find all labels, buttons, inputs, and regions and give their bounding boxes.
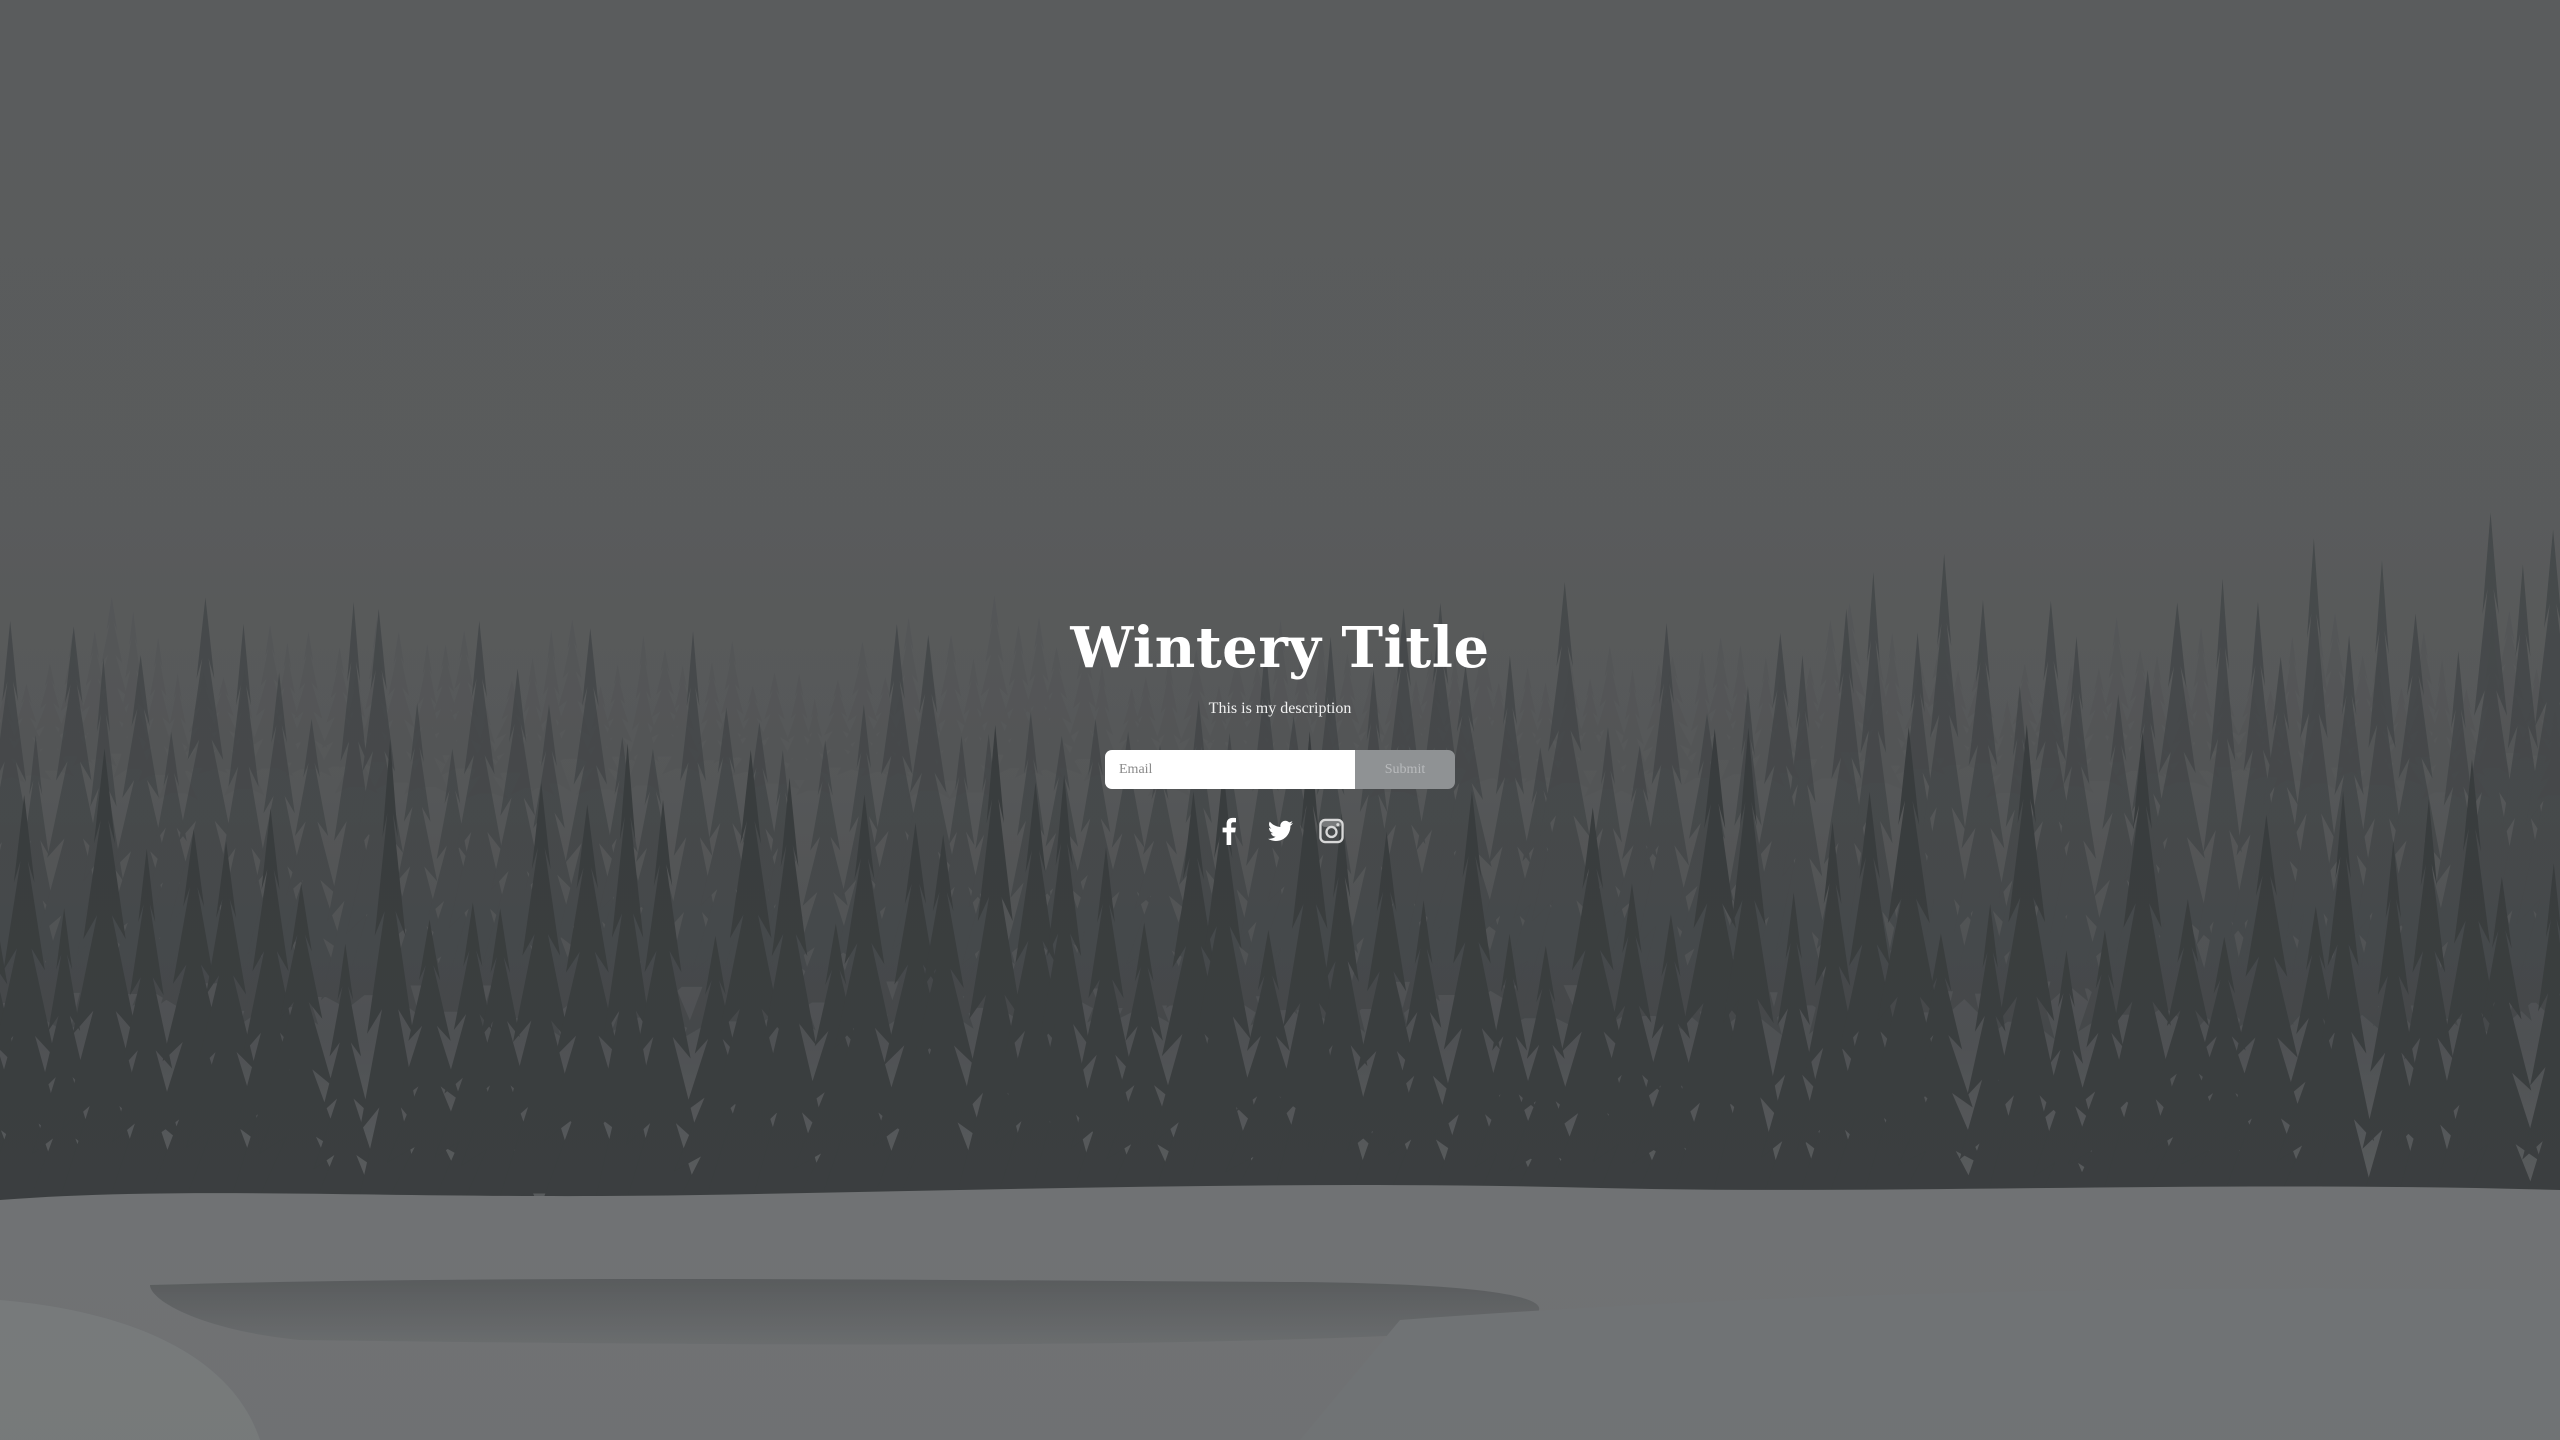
email-signup-form: Submit <box>1105 750 1455 789</box>
twitter-link[interactable] <box>1267 817 1293 845</box>
facebook-icon <box>1222 817 1236 845</box>
instagram-icon <box>1318 818 1344 844</box>
social-links <box>1217 817 1344 845</box>
background-scene: Wintery Title This is my description Sub… <box>0 0 2560 1440</box>
hero-content: Wintery Title This is my description Sub… <box>0 612 2560 845</box>
page-description: This is my description <box>1208 700 1352 717</box>
twitter-icon <box>1267 820 1293 841</box>
email-field[interactable] <box>1105 750 1355 789</box>
page-title: Wintery Title <box>1070 615 1490 681</box>
facebook-link[interactable] <box>1217 817 1242 845</box>
instagram-link[interactable] <box>1318 817 1344 845</box>
submit-button[interactable]: Submit <box>1355 750 1455 789</box>
